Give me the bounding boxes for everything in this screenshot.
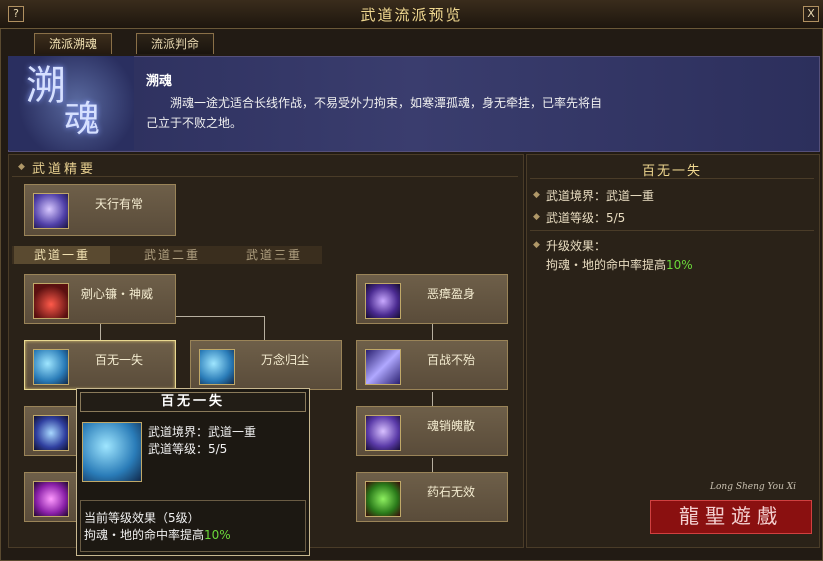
red-slash-icon [33,283,69,319]
skill-card[interactable]: 魂销魄散 [356,406,508,456]
detail-effect-title: 升级效果： [546,239,607,253]
skill-card-partial[interactable] [24,406,80,456]
connector-line [264,316,265,340]
divider [12,176,518,177]
skill-label: 百战不殆 [427,353,476,367]
skill-card-selected[interactable]: 百无一失 [24,340,176,390]
connector-line [100,324,101,340]
school-name: 溯魂 [146,74,173,89]
watermark-subtext: Long Sheng You Xi [710,482,797,492]
connector-line [432,392,433,406]
diamond-icon: ◆ [533,240,540,250]
essence-card[interactable]: 天行有常 [24,184,176,236]
diamond-icon: ◆ [18,162,25,172]
purple-soul-icon [365,415,401,451]
blue-spirit-icon [33,349,69,385]
blue-spirit-icon [82,422,142,482]
blue-moon-icon [33,415,69,451]
tooltip-effect-value: 10% [204,528,231,542]
emblem-char-2: 魂 [64,99,101,140]
skill-label: 万念归尘 [261,353,310,367]
essence-card-label: 天行有常 [95,197,144,211]
school-description: 溯魂一途尤适合长线作战，不易受外力拘束，如寒潭孤魂，身无牵挂，已率先将自己立于不… [146,96,603,130]
green-hand-icon [365,481,401,517]
divider [530,230,814,231]
skill-card[interactable]: 剜心镰・神威 [24,274,176,324]
connector-line [432,458,433,472]
tab-suhun[interactable]: 流派溯魂 [34,33,113,54]
magenta-spirit-icon [33,481,69,517]
window-title: 武道流派预览 [360,6,463,24]
detail-realm: 武道境界：武道一重 [546,189,655,203]
skill-label: 剜心镰・神威 [81,287,154,301]
detail-effect-value: 10% [666,258,693,272]
connector-line [432,324,433,340]
emblem-char-1: 溯 [26,63,66,109]
skill-card[interactable]: 药石无效 [356,472,508,522]
subtab-realm-1[interactable]: 武道一重 [14,246,110,264]
watermark-text: 龍聖遊戲 [650,500,812,534]
detail-effect-text: 拘魂・地的命中率提高 [546,258,667,272]
divider [530,178,814,179]
close-button[interactable]: X [803,6,819,22]
tooltip-effect: 拘魂・地的命中率提高10% [84,526,231,543]
tooltip-level: 武道等级：5/5 [148,442,228,456]
school-emblem-icon: 溯 魂 [8,56,134,150]
tooltip-title: 百无一失 [80,392,306,412]
tab-panming[interactable]: 流派判命 [136,33,215,54]
tooltip-effect-text: 拘魂・地的命中率提高 [84,528,205,542]
purple-spirit-icon [33,193,69,229]
skill-card[interactable]: 万念归尘 [190,340,342,390]
skill-label: 魂销魄散 [427,419,476,433]
skill-label: 恶瘴盈身 [427,287,476,301]
diamond-icon: ◆ [533,212,540,222]
skill-label: 百无一失 [95,353,144,367]
tooltip-realm: 武道境界：武道一重 [148,425,257,439]
tooltip-current-effect-title: 当前等级效果（5级） [84,511,200,525]
skill-card[interactable]: 百战不殆 [356,340,508,390]
purple-beast-icon [365,283,401,319]
detail-effect: 拘魂・地的命中率提高10% [546,256,693,273]
skill-card-partial[interactable] [24,472,80,522]
blue-spirit-icon [199,349,235,385]
detail-level: 武道等级：5/5 [546,211,626,225]
skill-label: 药石无效 [427,485,476,499]
section-title: 武道精要 [32,162,97,177]
diamond-icon: ◆ [533,190,540,200]
detail-title: 百无一失 [641,164,702,179]
subtab-realm-3[interactable]: 武道三重 [228,246,320,264]
subtab-realm-2[interactable]: 武道二重 [126,246,218,264]
purple-beam-icon [365,349,401,385]
skill-card[interactable]: 恶瘴盈身 [356,274,508,324]
